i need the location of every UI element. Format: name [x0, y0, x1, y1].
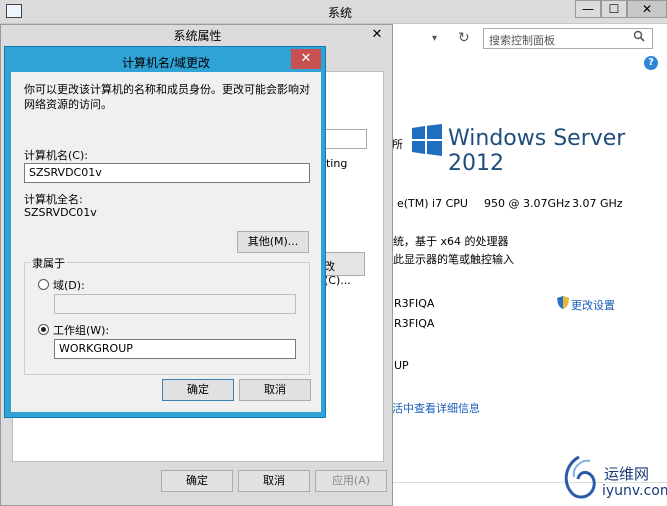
address-dropdown-icon[interactable]: ▾ — [432, 33, 437, 44]
workgroup-input[interactable]: WORKGROUP — [54, 339, 296, 359]
full-name-fragment: R3FIQA — [394, 317, 435, 330]
computer-name-dialog: 计算机名/域更改 ✕ 你可以更改该计算机的名称和成员身份。更改可能会影响对网络资… — [4, 46, 326, 418]
workgroup-radio[interactable] — [38, 324, 49, 335]
workgroup-fragment: UP — [394, 359, 409, 372]
cpu-model: e(TM) i7 CPU — [397, 197, 468, 210]
system-window-title: 系统 — [327, 6, 352, 20]
cancel-button[interactable]: 取消 — [239, 379, 311, 401]
watermark-url: iyunv.com — [602, 483, 667, 499]
cpu-speed: 950 @ 3.07GHz — [484, 197, 571, 210]
cancel-button[interactable]: 取消 — [238, 470, 310, 492]
change-settings-link[interactable]: 更改设置 — [571, 297, 615, 313]
full-name-label: 计算机全名: — [24, 193, 83, 206]
domain-input[interactable] — [54, 294, 296, 314]
cpu-speed-ghz: 3.07 GHz — [572, 197, 623, 210]
close-button[interactable]: ✕ — [291, 49, 321, 69]
description-input[interactable] — [319, 129, 367, 149]
search-icon[interactable] — [633, 30, 645, 42]
intro-text: 你可以更改该计算机的名称和成员身份。更改可能会影响对网络资源的访问。 — [24, 83, 310, 111]
shield-icon — [557, 296, 569, 309]
minimize-button[interactable]: — — [575, 0, 601, 18]
windows-logo-icon — [412, 124, 442, 156]
dialog-body: 你可以更改该计算机的名称和成员身份。更改可能会影响对网络资源的访问。 计算机名(… — [11, 72, 321, 412]
watermark-text: 运维网 — [604, 465, 650, 483]
watermark-swirl-icon — [564, 455, 596, 499]
maximize-button[interactable]: ☐ — [601, 0, 627, 18]
help-icon[interactable]: ? — [644, 56, 658, 70]
workgroup-label: 工作组(W): — [53, 324, 110, 337]
refresh-icon[interactable]: ↻ — [458, 30, 470, 46]
edition-name: Windows Server 2012 — [448, 126, 626, 176]
domain-radio[interactable] — [38, 279, 49, 290]
search-input[interactable]: 搜索控制面板 — [483, 28, 653, 49]
full-name-value: SZSRVDC01v — [24, 206, 97, 219]
online-info-link[interactable]: 活中查看详细信息 — [392, 400, 480, 416]
close-button[interactable]: ✕ — [627, 0, 667, 18]
dialog-title: 系统属性 — [173, 29, 222, 43]
pen-touch-info: 此显示器的笔或触控输入 — [393, 253, 514, 266]
computer-name-fragment: R3FIQA — [394, 297, 435, 310]
close-button[interactable]: ✕ — [365, 27, 389, 43]
domain-label: 域(D): — [53, 279, 85, 292]
edition-prefix: 所 — [392, 138, 403, 151]
dialog-title: 计算机名/域更改 — [121, 56, 211, 70]
ok-button[interactable]: 确定 — [162, 379, 234, 401]
more-button[interactable]: 其他(M)... — [237, 231, 309, 253]
computer-name-label: 计算机名(C): — [24, 149, 88, 162]
system-app-icon — [6, 4, 22, 18]
member-of-label: 隶属于 — [30, 255, 67, 271]
ok-button[interactable]: 确定 — [161, 470, 233, 492]
computer-name-input[interactable]: SZSRVDC01v — [24, 163, 310, 183]
system-type: 统，基于 x64 的处理器 — [393, 235, 509, 248]
apply-button[interactable]: 应用(A) — [315, 470, 387, 492]
